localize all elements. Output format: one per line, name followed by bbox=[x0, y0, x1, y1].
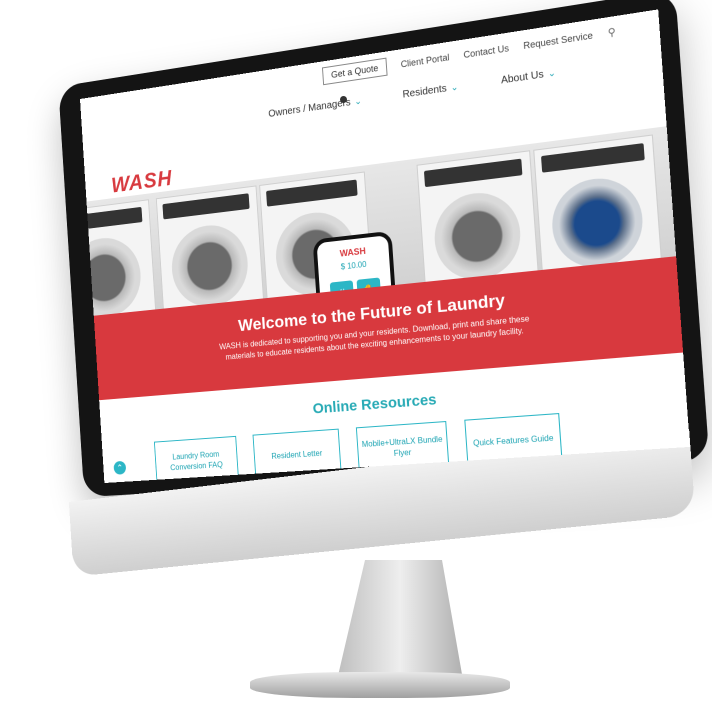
washer-panel bbox=[162, 193, 249, 219]
scroll-up-icon[interactable]: ⌃ bbox=[113, 461, 126, 475]
nav-residents-label: Residents bbox=[402, 83, 447, 100]
washer-door bbox=[432, 188, 523, 283]
chevron-down-icon: ⌄ bbox=[450, 81, 458, 92]
contact-us-link[interactable]: Contact Us bbox=[463, 43, 509, 60]
washer-door bbox=[87, 234, 144, 321]
monitor-foot bbox=[250, 672, 510, 698]
get-quote-button[interactable]: Get a Quote bbox=[322, 58, 388, 86]
nav-about-label: About Us bbox=[501, 69, 544, 87]
imac-mockup: Get a Quote Client Portal Contact Us Req… bbox=[0, 0, 712, 711]
chevron-down-icon: ⌄ bbox=[354, 96, 362, 107]
main-nav: Owners / Managers ⌄ Residents ⌄ About Us ⌄ bbox=[268, 67, 556, 120]
washer-panel bbox=[541, 143, 645, 173]
washer-panel bbox=[87, 207, 143, 232]
search-icon[interactable]: ⚲ bbox=[607, 26, 616, 39]
nav-residents[interactable]: Residents ⌄ bbox=[402, 81, 458, 100]
monitor-stand bbox=[330, 560, 470, 680]
client-portal-link[interactable]: Client Portal bbox=[400, 52, 449, 69]
request-service-link[interactable]: Request Service bbox=[523, 30, 593, 51]
nav-about-us[interactable]: About Us ⌄ bbox=[501, 67, 557, 86]
nav-owners-label: Owners / Managers bbox=[268, 97, 351, 120]
nav-owners-managers[interactable]: Owners / Managers ⌄ bbox=[268, 96, 362, 120]
washer-panel bbox=[424, 159, 522, 188]
chevron-down-icon: ⌄ bbox=[547, 67, 556, 79]
washer-door bbox=[169, 221, 250, 310]
webcam-icon bbox=[340, 96, 347, 103]
washer-door-open bbox=[549, 174, 645, 272]
washer-panel bbox=[266, 180, 358, 207]
